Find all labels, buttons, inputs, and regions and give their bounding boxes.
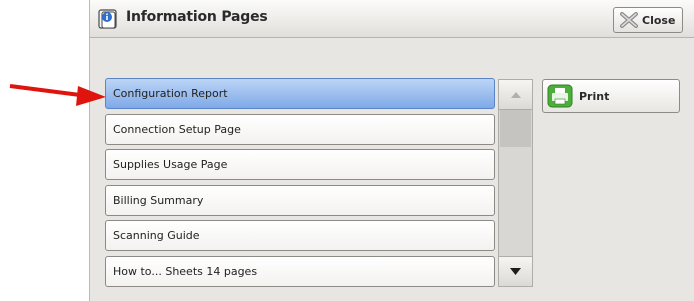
window-title: Information Pages <box>126 9 268 25</box>
list-item-label: Scanning Guide <box>113 229 200 242</box>
scroll-down-button[interactable] <box>498 256 533 287</box>
print-label: Print <box>579 89 610 103</box>
list-item[interactable]: Scanning Guide <box>105 220 495 251</box>
close-label: Close <box>642 13 676 27</box>
close-button[interactable]: Close <box>613 7 683 33</box>
list-item[interactable]: Billing Summary <box>105 185 495 216</box>
list-item[interactable]: Configuration Report <box>105 78 495 109</box>
scroll-down-icon <box>510 268 521 275</box>
list-item-label: How to... Sheets 14 pages <box>113 265 258 278</box>
list-item-label: Connection Setup Page <box>113 123 241 136</box>
list-item-label: Billing Summary <box>113 194 204 207</box>
close-x-icon <box>620 12 638 28</box>
list-scrollbar <box>498 79 533 288</box>
info-pages-list: Configuration Report Connection Setup Pa… <box>105 78 497 288</box>
info-pages-icon <box>98 9 117 29</box>
print-button[interactable]: Print <box>542 79 680 113</box>
printer-icon <box>547 84 573 108</box>
scroll-track[interactable] <box>498 110 533 256</box>
title-bar: Information Pages Close <box>90 0 694 38</box>
red-arrow-icon <box>9 84 106 106</box>
list-item-label: Configuration Report <box>113 87 228 100</box>
scroll-thumb[interactable] <box>500 110 531 147</box>
list-item[interactable]: Connection Setup Page <box>105 114 495 145</box>
list-item[interactable]: How to... Sheets 14 pages <box>105 256 495 287</box>
list-item-label: Supplies Usage Page <box>113 158 228 171</box>
scroll-up-icon <box>510 91 521 98</box>
list-item[interactable]: Supplies Usage Page <box>105 149 495 180</box>
scroll-up-button[interactable] <box>498 79 533 110</box>
